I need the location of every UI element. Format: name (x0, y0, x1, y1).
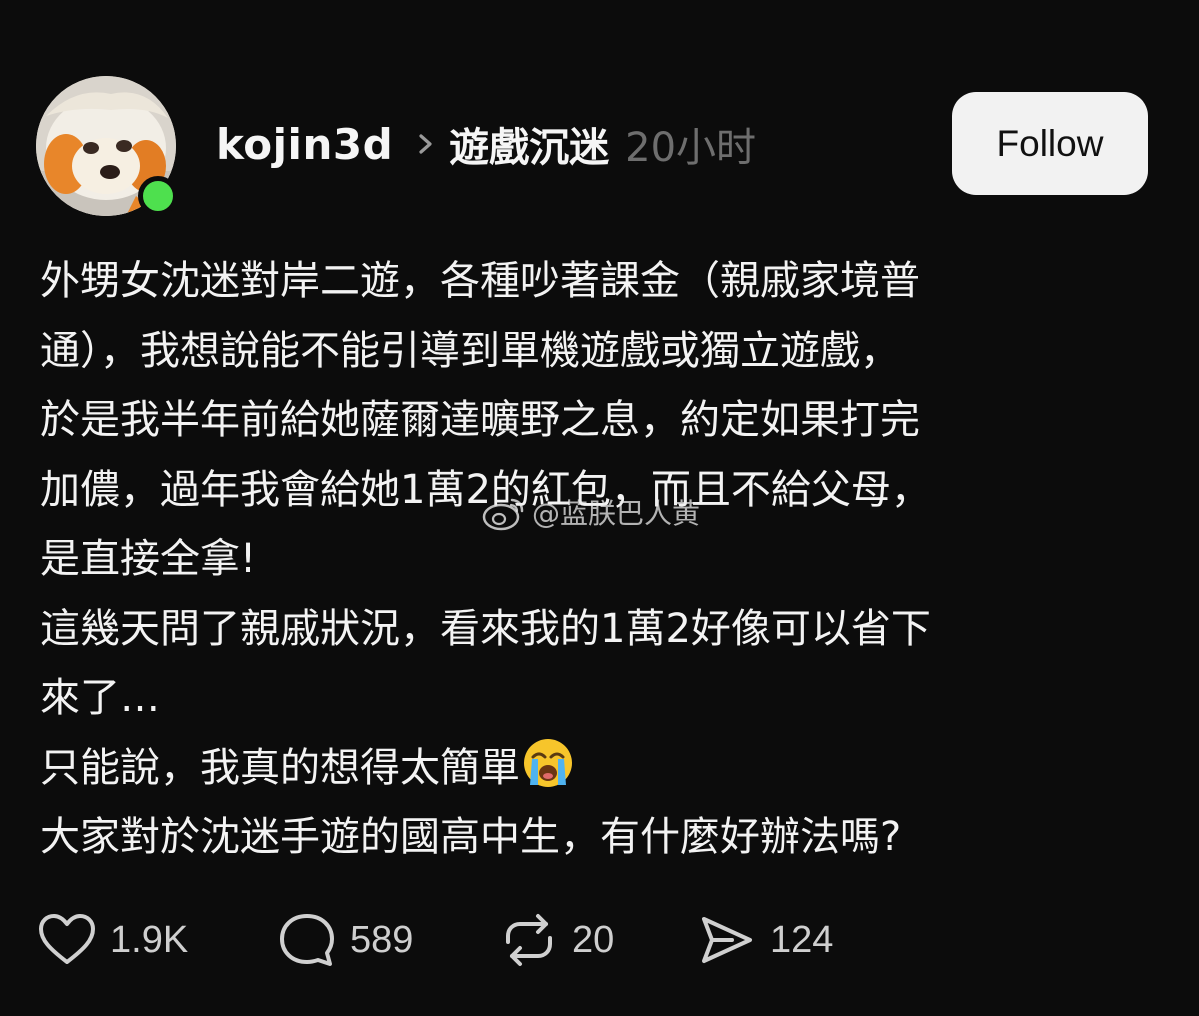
like-count: 1.9K (110, 918, 189, 961)
post-timestamp: 20小时 (625, 125, 757, 171)
post-line: 通），我想說能不能引導到單機遊戲或獨立遊戲， (40, 327, 900, 374)
post-line: 大家對於沈迷手遊的國高中生，有什麼好辦法嗎? (40, 814, 902, 860)
repost-button[interactable]: 20 (500, 912, 698, 968)
follow-button[interactable]: Follow (952, 92, 1148, 195)
post-header: kojin3d 遊戲沉迷 20小时 Follow (36, 76, 1148, 216)
action-bar: 1.9K 589 20 124 (38, 908, 898, 972)
chevron-right-icon (419, 134, 432, 154)
like-button[interactable]: 1.9K (38, 913, 278, 967)
post-line: 這幾天問了親戚狀況，看來我的1萬2好像可以省下 (40, 605, 931, 652)
post-line: 是直接全拿! (40, 536, 257, 582)
post-line: 外甥女沈迷對岸二遊，各種吵著課金（親戚家境普 (40, 258, 920, 304)
comment-icon (280, 914, 334, 966)
repost-count: 20 (572, 918, 615, 961)
repost-icon (506, 914, 552, 966)
topic-tag[interactable]: 遊戲沉迷 (449, 115, 609, 173)
post-line: 只能說，我真的想得太簡單 (40, 744, 520, 791)
post-text: 外甥女沈迷對岸二遊，各種吵著課金（親戚家境普 通），我想說能不能引導到單機遊戲或… (40, 247, 1120, 873)
post-line-with-emoji: 只能說，我真的想得太簡單 (40, 734, 1120, 804)
send-icon (702, 917, 752, 963)
online-status-dot (138, 176, 178, 216)
post-line: 來了… (40, 675, 160, 721)
post-meta: kojin3d 遊戲沉迷 20小时 (216, 114, 756, 174)
share-button[interactable]: 124 (698, 913, 898, 967)
heart-icon (39, 914, 95, 964)
avatar[interactable] (36, 76, 178, 216)
post-line: 於是我半年前給她薩爾達曠野之息，約定如果打完 (40, 397, 920, 443)
comment-count: 589 (350, 918, 414, 961)
post-line: 加儂，過年我會給她1萬2的紅包，而且不給父母， (40, 466, 931, 513)
username[interactable]: kojin3d (216, 120, 393, 169)
loudly-crying-face-icon (524, 738, 572, 787)
share-count: 124 (770, 918, 834, 961)
comment-button[interactable]: 589 (278, 912, 500, 968)
